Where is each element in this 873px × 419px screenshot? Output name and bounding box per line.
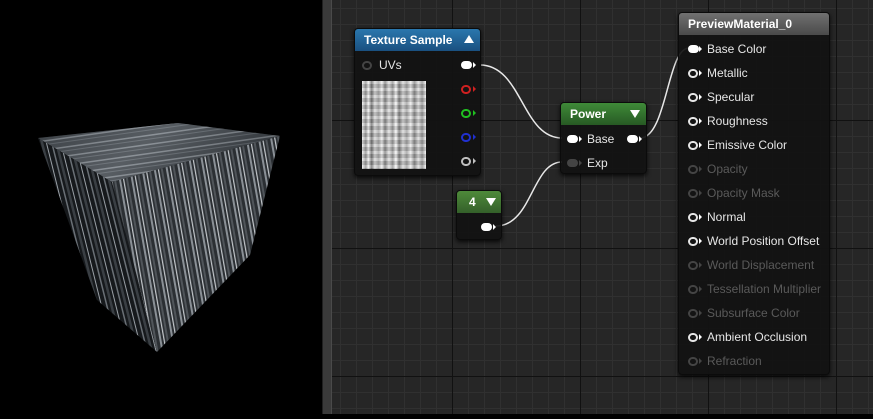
material-input-pin-icon [688,189,698,198]
collapse-up-icon[interactable] [464,35,474,43]
material-input-arrow-icon [699,166,702,172]
texture-sample-title: Texture Sample [364,33,453,47]
power-output-pin-icon[interactable] [627,135,638,143]
texture-thumbnail [362,81,426,169]
material-graph-canvas[interactable]: Texture Sample UVs Power Base Exp 4 Prev… [332,0,873,414]
exp-input-arrow-icon [579,160,582,166]
material-input-arrow-icon [699,118,702,124]
base-input-pin-icon[interactable] [567,135,578,143]
red-output-pin-icon[interactable] [461,85,471,94]
material-input-arrow-icon [699,46,702,52]
power-header[interactable]: Power [561,103,646,125]
wire-constant-to-power [495,161,563,227]
alpha-output-arrow-icon [473,158,476,164]
uvs-pin-label: UVs [379,58,402,72]
base-input-arrow-icon [579,136,582,142]
material-input-pin-icon[interactable] [688,93,698,102]
panel-splitter[interactable] [322,0,332,414]
exp-input-pin-icon[interactable] [567,159,578,167]
blue-output-pin-icon[interactable] [461,133,471,142]
material-input-label: Subsurface Color [707,306,800,320]
material-input-arrow-icon [699,70,702,76]
blue-output-arrow-icon [473,134,476,140]
material-input-pin-icon[interactable] [688,45,699,53]
material-input-label: Roughness [707,114,768,128]
material-input-pin-icon [688,357,698,366]
exp-pin-label: Exp [587,156,608,170]
material-input-pin-icon[interactable] [688,333,698,342]
uvs-input-pin-icon[interactable] [362,61,372,70]
material-input-pin-icon[interactable] [688,117,698,126]
material-input-arrow-icon [699,142,702,148]
material-input-label: Opacity Mask [707,186,780,200]
material-input-pin-icon[interactable] [688,237,698,246]
preview-viewport[interactable] [0,0,322,414]
texture-sample-header[interactable]: Texture Sample [355,29,480,51]
material-input-pin-icon [688,261,698,270]
constant-header[interactable]: 4 [457,191,501,213]
material-input-arrow-icon [699,94,702,100]
preview-cube [38,123,280,352]
collapse-down-icon[interactable] [486,198,496,206]
red-output-arrow-icon [473,86,476,92]
preview-material-node[interactable]: PreviewMaterial_0 Base Color Metallic Spec… [678,12,830,375]
collapse-down-icon[interactable] [630,110,640,118]
wire-texture-to-power [479,64,563,139]
constant-node[interactable]: 4 [456,190,502,240]
material-input-label: Ambient Occlusion [707,330,808,344]
material-input-pin-icon [688,165,698,174]
material-input-label: Normal [707,210,746,224]
alpha-output-pin-icon[interactable] [461,157,471,166]
material-input-arrow-icon [699,262,702,268]
material-input-label: Base Color [707,42,767,56]
constant-value: 4 [469,195,476,209]
material-input-label: Specular [707,90,755,104]
material-input-arrow-icon [699,214,702,220]
material-input-label: Tessellation Multiplier [707,282,822,296]
material-input-arrow-icon [699,286,702,292]
material-input-arrow-icon [699,310,702,316]
power-output-arrow-icon [639,136,642,142]
texture-sample-node[interactable]: Texture Sample UVs [354,28,481,176]
material-input-arrow-icon [699,190,702,196]
material-input-label: World Displacement [707,258,815,272]
rgb-output-pin-icon[interactable] [461,61,472,69]
material-input-label: Refraction [707,354,762,368]
base-pin-label: Base [587,132,615,146]
material-input-label: World Position Offset [707,234,820,248]
rgb-output-arrow-icon [473,62,476,68]
material-input-arrow-icon [699,358,702,364]
green-output-arrow-icon [473,110,476,116]
material-input-pin-icon[interactable] [688,213,698,222]
material-input-pin-icon [688,285,698,294]
preview-material-title: PreviewMaterial_0 [688,17,793,31]
material-input-pin-icon[interactable] [688,141,698,150]
material-input-pin-icon[interactable] [688,69,698,78]
constant-output-pin-icon[interactable] [481,223,492,231]
material-input-arrow-icon [699,334,702,340]
power-node[interactable]: Power Base Exp [560,102,647,174]
material-input-arrow-icon [699,238,702,244]
material-input-label: Metallic [707,66,748,80]
material-input-pin-icon [688,309,698,318]
preview-material-header[interactable]: PreviewMaterial_0 [679,13,829,35]
constant-output-arrow-icon [493,224,496,230]
material-input-label: Opacity [707,162,748,176]
power-title: Power [570,107,607,121]
material-input-label: Emissive Color [707,138,788,152]
green-output-pin-icon[interactable] [461,109,471,118]
